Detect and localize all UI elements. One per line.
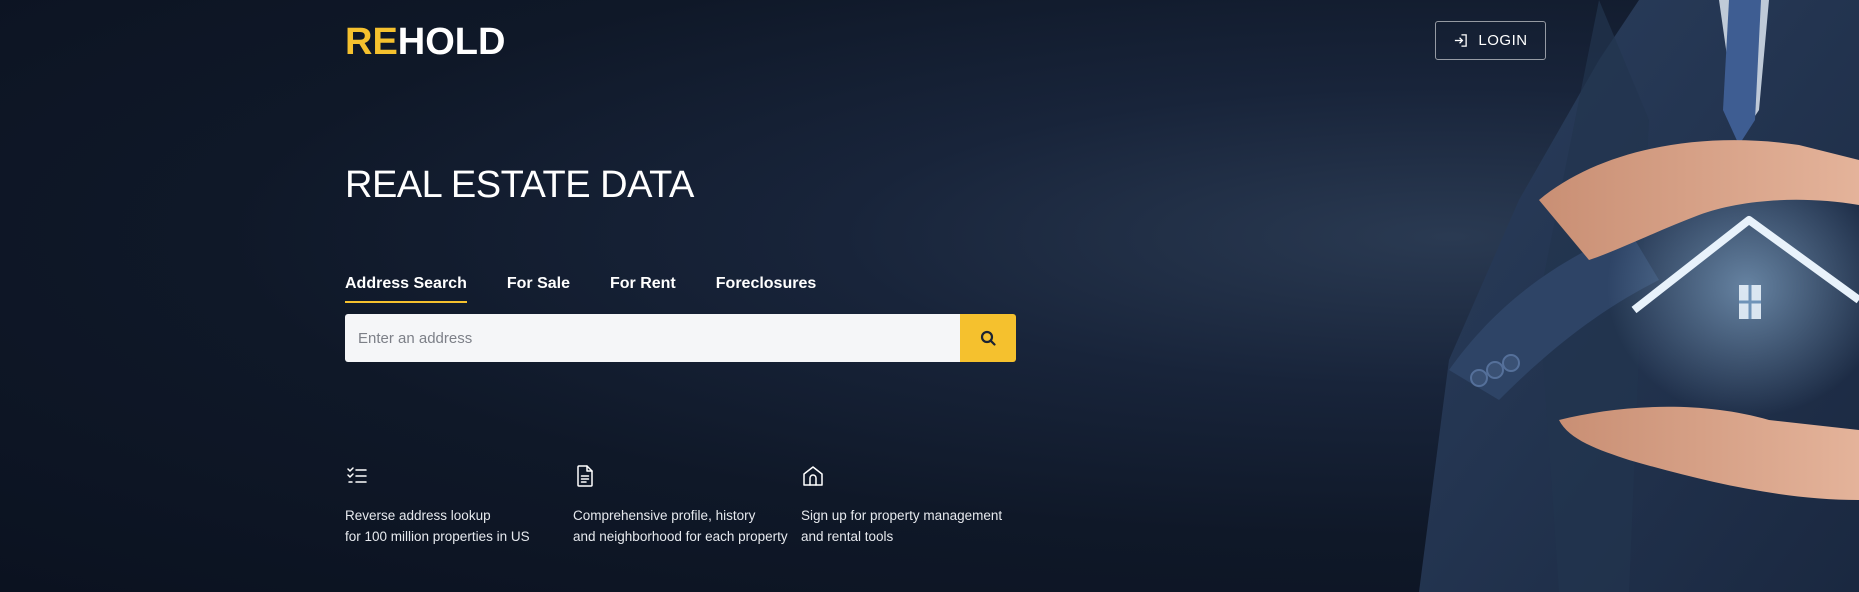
login-button[interactable]: LOGIN xyxy=(1435,21,1546,60)
tab-address-search[interactable]: Address Search xyxy=(345,274,467,303)
checklist-icon xyxy=(347,467,367,483)
tab-foreclosures[interactable]: Foreclosures xyxy=(716,274,816,303)
logo-suffix: HOLD xyxy=(397,21,506,63)
page-title: REAL ESTATE DATA xyxy=(345,164,694,206)
feature-item: Reverse address lookup for 100 million pr… xyxy=(345,464,573,547)
businessman-house-illustration xyxy=(1419,0,1859,592)
feature-line: Reverse address lookup xyxy=(345,508,491,523)
search-button[interactable] xyxy=(960,314,1016,362)
feature-line: and rental tools xyxy=(801,529,894,544)
feature-item: Comprehensive profile, history and neighb… xyxy=(573,464,801,547)
search-icon xyxy=(980,330,996,346)
house-icon xyxy=(803,466,823,486)
tab-for-rent[interactable]: For Rent xyxy=(610,274,676,303)
search-tabs: Address Search For Sale For Rent Foreclo… xyxy=(345,274,816,303)
address-search-bar xyxy=(345,314,1016,362)
feature-item: Sign up for property management and renta… xyxy=(801,464,1029,547)
feature-line: Sign up for property management xyxy=(801,508,1003,523)
document-icon xyxy=(577,465,593,487)
hero-background: REHOLD LOGIN REAL ESTATE DATA Address Se… xyxy=(0,0,1859,592)
rehold-logo[interactable]: REHOLD xyxy=(345,20,505,64)
login-label: LOGIN xyxy=(1478,32,1528,49)
login-arrow-icon xyxy=(1455,34,1468,47)
tab-for-sale[interactable]: For Sale xyxy=(507,274,570,303)
feature-line: Comprehensive profile, history xyxy=(573,508,756,523)
feature-line: and neighborhood for each property xyxy=(573,529,788,544)
address-search-input[interactable] xyxy=(345,314,960,362)
logo-prefix: RE xyxy=(345,21,398,63)
features-list: Reverse address lookup for 100 million pr… xyxy=(345,464,1029,547)
feature-line: for 100 million properties in US xyxy=(345,529,530,544)
